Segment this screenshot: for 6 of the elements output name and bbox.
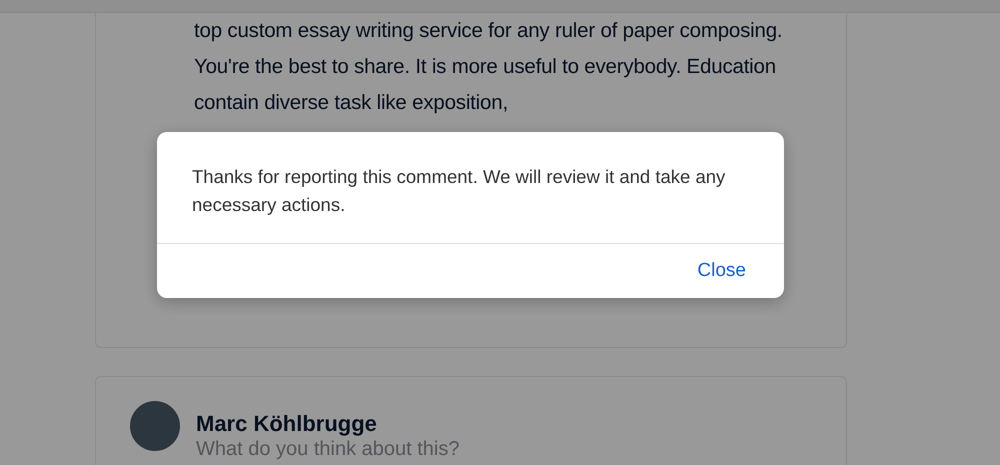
close-button[interactable]: Close: [697, 256, 746, 286]
author-name: Marc Köhlbrugge: [196, 411, 378, 437]
avatar: [130, 401, 180, 451]
comment-input[interactable]: What do you think about this?: [196, 437, 596, 461]
dialog-message: Thanks for reporting this comment. We will review it and take any necessary actions.: [191, 165, 726, 217]
post-text: top custom essay writing service for any ruler of paper composing. You're the best to share. It is more useful to everybody. Education contain diverse task like exposition,: [194, 18, 784, 116]
